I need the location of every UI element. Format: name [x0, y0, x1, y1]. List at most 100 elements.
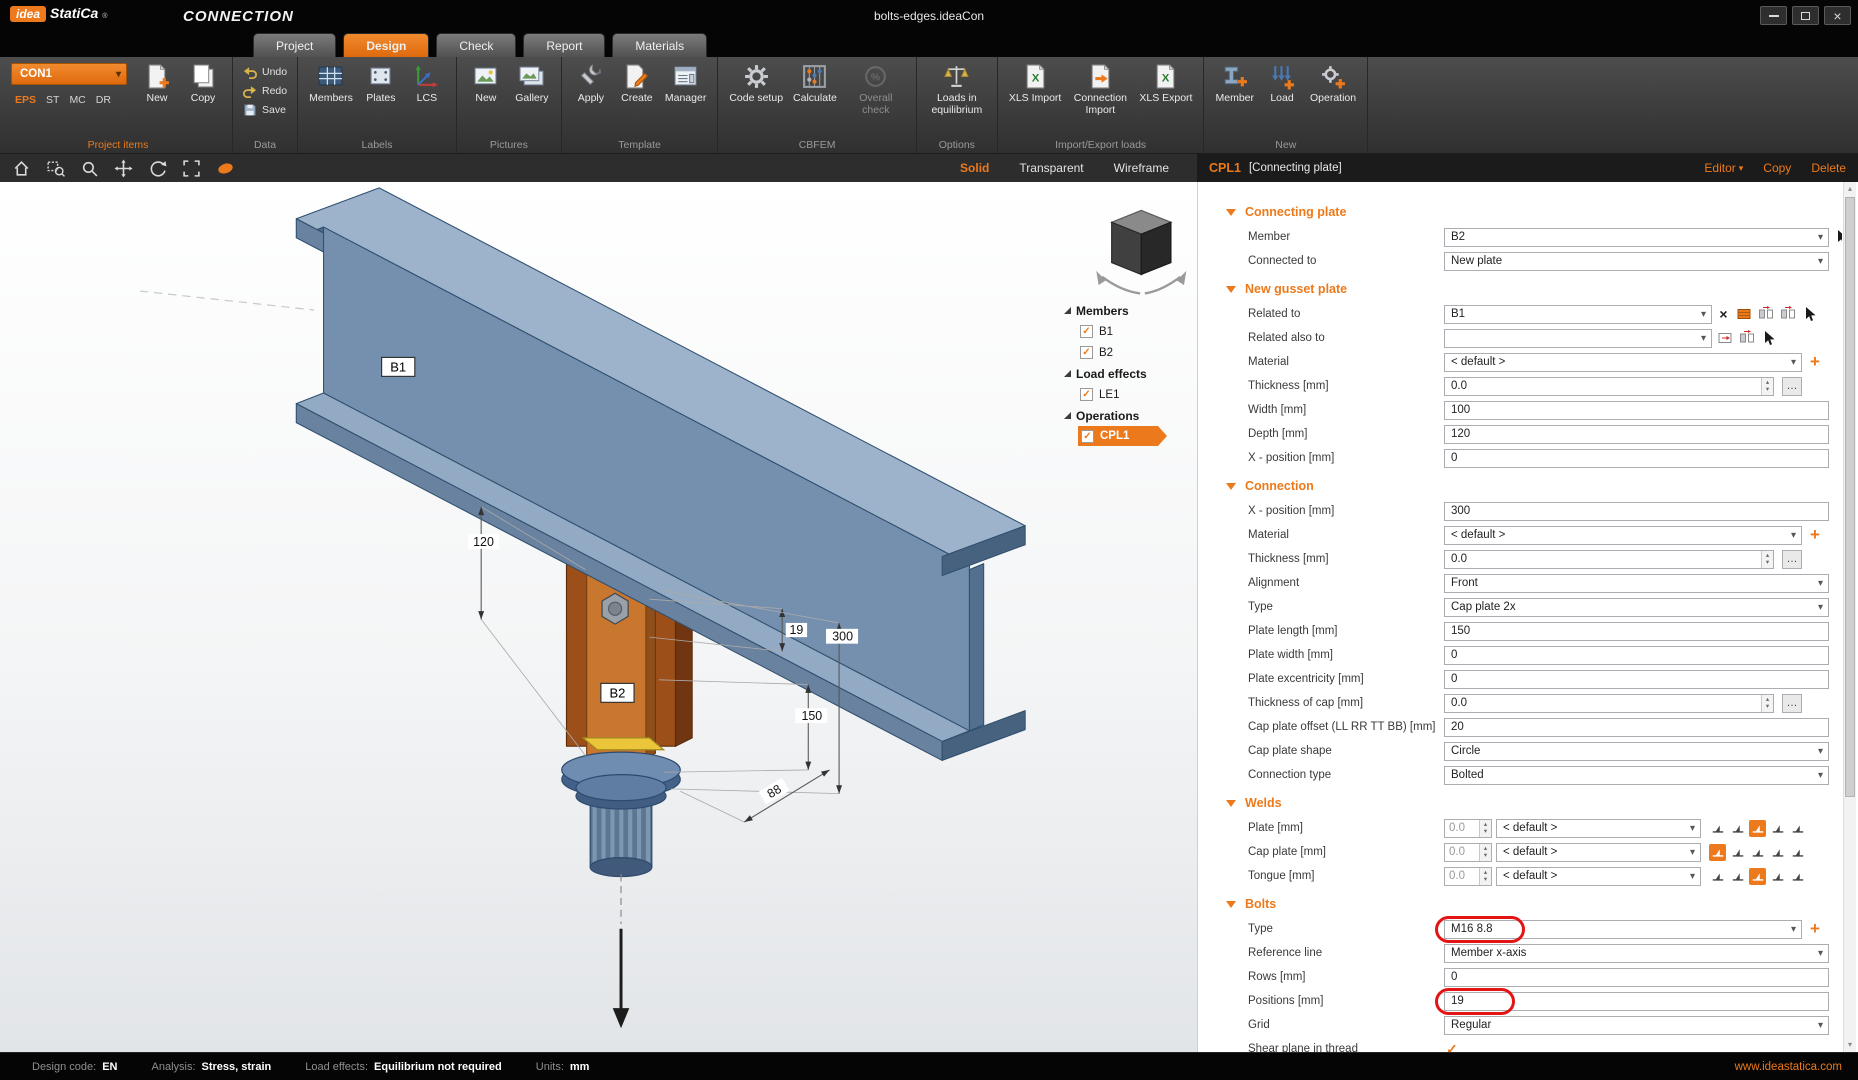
input-thickness-mm[interactable]: 0.0▴▾ [1444, 550, 1774, 569]
display-mode-transparent[interactable]: Transparent [1019, 161, 1083, 175]
input-cap-plate-mm[interactable]: 0.0▴▾ [1444, 843, 1492, 862]
zoom-window-icon[interactable] [46, 159, 65, 178]
ribbon-button-loads-in-equilibrium[interactable]: Loads in equilibrium [924, 60, 990, 119]
plate-icon[interactable] [1735, 305, 1753, 323]
weld-type-icon[interactable] [1769, 844, 1786, 861]
ribbon-button-gallery[interactable]: Gallery [510, 60, 554, 107]
input-x-position-mm[interactable]: 300 [1444, 502, 1829, 521]
checkbox-checked-icon[interactable]: ✓ [1446, 1041, 1458, 1053]
weld-type-icon[interactable] [1709, 844, 1726, 861]
panel-scrollbar[interactable]: ▴ ▾ [1843, 182, 1856, 1052]
panel-action-editor[interactable]: Editor▾ [1704, 161, 1743, 175]
dropdown-weld-material[interactable]: < default >▾ [1496, 867, 1701, 886]
scrollbar-up-icon[interactable]: ▴ [1844, 182, 1856, 196]
weld-type-icon[interactable] [1749, 820, 1766, 837]
panel-action-copy[interactable]: Copy [1763, 161, 1791, 175]
more-options-button[interactable]: … [1782, 377, 1802, 396]
ribbon-button-calculate[interactable]: Calculate [789, 60, 841, 107]
dropdown-weld-material[interactable]: < default >▾ [1496, 819, 1701, 838]
close-button[interactable]: × [1824, 6, 1851, 25]
anchor-cylinder[interactable] [576, 775, 666, 877]
navigation-cube[interactable] [1096, 210, 1186, 293]
maximize-button[interactable] [1792, 6, 1819, 25]
ribbon-button-redo[interactable]: Redo [240, 83, 290, 99]
fit-view-icon[interactable] [182, 159, 201, 178]
website-link[interactable]: www.ideastatica.com [1735, 1061, 1858, 1073]
dropdown-reference-line[interactable]: Member x-axis▾ [1444, 944, 1829, 963]
section-header[interactable]: Connecting plate [1198, 199, 1842, 225]
solid-blob-icon[interactable] [216, 159, 235, 178]
tab-check[interactable]: Check [436, 33, 516, 57]
dropdown-weld-material[interactable]: < default >▾ [1496, 843, 1701, 862]
weld-type-icon[interactable] [1769, 868, 1786, 885]
add-icon[interactable]: + [1806, 526, 1824, 544]
viewport[interactable]: 120 19 300 [0, 182, 1197, 1052]
spinner-stepper[interactable]: ▴▾ [1479, 820, 1491, 837]
input-width-mm[interactable]: 100 [1444, 401, 1829, 420]
orbit-icon[interactable] [148, 159, 167, 178]
checkbox-checked-icon[interactable]: ✓ [1080, 346, 1093, 359]
member-label-b2[interactable]: B2 [601, 683, 634, 702]
ribbon-button-operation[interactable]: Operation [1306, 60, 1360, 107]
weld-type-icon[interactable] [1789, 844, 1806, 861]
panel-action-delete[interactable]: Delete [1811, 161, 1846, 175]
section-header[interactable]: Bolts [1198, 891, 1842, 917]
ribbon-button-overall-check[interactable]: %Overall check [843, 60, 909, 119]
pick-in-scene-icon[interactable] [1760, 329, 1778, 347]
input-positions-mm[interactable]: 19 [1444, 992, 1829, 1011]
remove-icon[interactable]: × [1716, 306, 1731, 322]
flip-plate-icon[interactable] [1757, 305, 1775, 323]
scrollbar-down-icon[interactable]: ▾ [1844, 1038, 1856, 1052]
ribbon-button-undo[interactable]: Undo [240, 64, 290, 80]
ribbon-button-plates[interactable]: Plates [359, 60, 403, 107]
ribbon-button-code-setup[interactable]: Code setup [725, 60, 787, 107]
ribbon-button-members[interactable]: Members [305, 60, 357, 107]
dropdown-type[interactable]: M16 8.8▾ [1444, 920, 1802, 939]
checkbox-checked-icon[interactable]: ✓ [1081, 430, 1094, 443]
ribbon-button-copy[interactable]: Copy [181, 60, 225, 107]
dropdown-member[interactable]: B2▾ [1444, 228, 1829, 247]
tab-materials[interactable]: Materials [612, 33, 707, 57]
tree-group-operations[interactable]: Operations [1064, 405, 1194, 426]
section-header[interactable]: Connection [1198, 473, 1842, 499]
weld-type-icon[interactable] [1749, 844, 1766, 861]
ribbon-button-xls-export[interactable]: XXLS Export [1135, 60, 1196, 107]
weld-type-icon[interactable] [1709, 868, 1726, 885]
input-plate-mm[interactable]: 0.0▴▾ [1444, 819, 1492, 838]
spinner-stepper[interactable]: ▴▾ [1479, 844, 1491, 861]
tree-item-b1[interactable]: ✓B1 [1080, 321, 1194, 342]
scrollbar-thumb[interactable] [1845, 197, 1855, 797]
tab-report[interactable]: Report [523, 33, 605, 57]
weld-type-icon[interactable] [1709, 820, 1726, 837]
weld-type-icon[interactable] [1729, 844, 1746, 861]
dropdown-type[interactable]: Cap plate 2x▾ [1444, 598, 1829, 617]
dropdown-connected-to[interactable]: New plate▾ [1444, 252, 1829, 271]
home-icon[interactable] [12, 159, 31, 178]
project-mode-st[interactable]: ST [46, 94, 59, 106]
ribbon-button-load[interactable]: Load [1260, 60, 1304, 107]
tab-design[interactable]: Design [343, 33, 429, 57]
input-thickness-of-cap-mm[interactable]: 0.0▴▾ [1444, 694, 1774, 713]
viewport-canvas[interactable]: 120 19 300 [0, 182, 1197, 1052]
weld-type-icon[interactable] [1789, 868, 1806, 885]
dropdown-related-to[interactable]: B1▾ [1444, 305, 1712, 324]
checkbox-checked-icon[interactable]: ✓ [1080, 325, 1093, 338]
weld-type-icon[interactable] [1749, 868, 1766, 885]
member-label-b1[interactable]: B1 [382, 357, 415, 376]
display-mode-solid[interactable]: Solid [960, 161, 989, 175]
pan-icon[interactable] [114, 159, 133, 178]
ribbon-button-member[interactable]: Member [1211, 60, 1258, 107]
input-tongue-mm[interactable]: 0.0▴▾ [1444, 867, 1492, 886]
ribbon-button-lcs[interactable]: LCS [405, 60, 449, 107]
weld-type-icon[interactable] [1789, 820, 1806, 837]
ribbon-button-save[interactable]: Save [240, 102, 289, 118]
input-cap-plate-offset-ll-rr-tt-bb-mm[interactable]: 20 [1444, 718, 1829, 737]
tree-item-cpl1[interactable]: ✓CPL1 [1078, 426, 1158, 446]
weld-type-icon[interactable] [1729, 868, 1746, 885]
dropdown-cap-plate-shape[interactable]: Circle▾ [1444, 742, 1829, 761]
input-plate-width-mm[interactable]: 0 [1444, 646, 1829, 665]
input-plate-excentricity-mm[interactable]: 0 [1444, 670, 1829, 689]
project-mode-mc[interactable]: MC [69, 94, 85, 106]
ribbon-button-create[interactable]: Create [615, 60, 659, 107]
dropdown-material[interactable]: < default >▾ [1444, 526, 1802, 545]
